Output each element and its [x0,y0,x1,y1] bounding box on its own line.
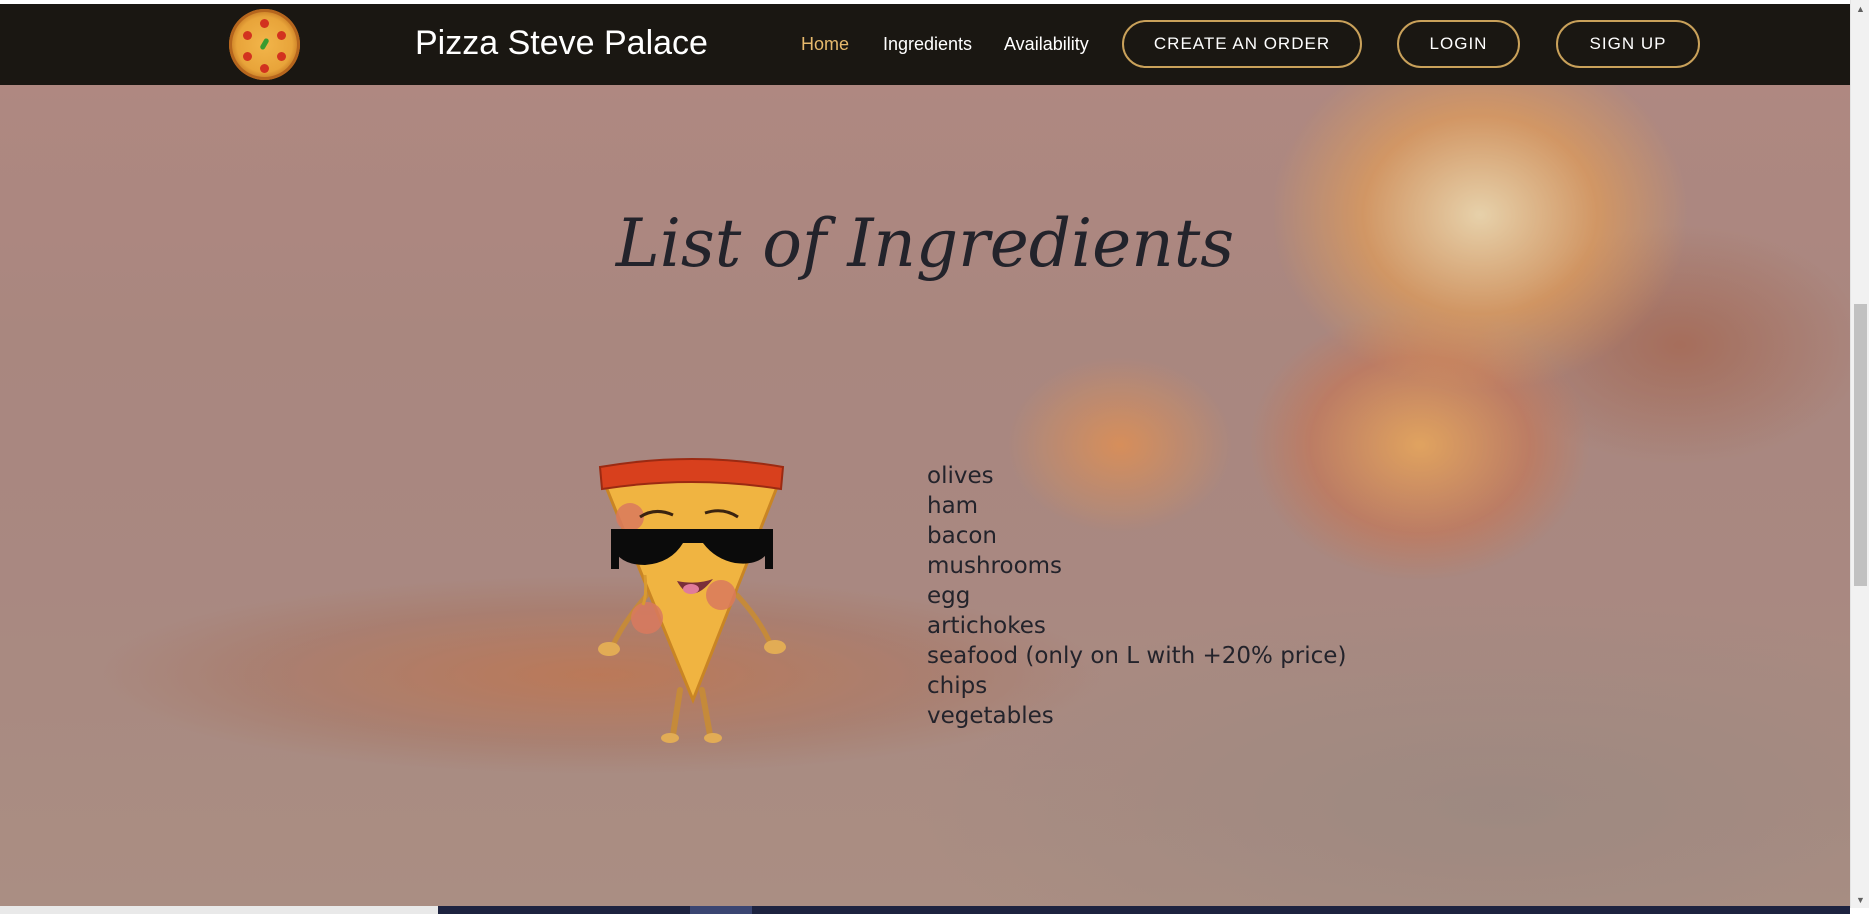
page: List of Ingredients olives ham bacon mus… [0,0,1869,914]
page-title: List of Ingredients [615,205,1235,282]
signup-button[interactable]: SIGN UP [1556,20,1700,68]
navbar: Pizza Steve Palace Home Ingredients Avai… [0,4,1850,85]
pepperoni-dot [243,52,252,61]
scroll-down-arrow-icon[interactable]: ▼ [1851,891,1869,908]
pizza-mascot-image [598,458,786,743]
nav-link-ingredients[interactable]: Ingredients [883,34,972,55]
pepperoni-dot [260,64,269,73]
ingredients-list: olives ham bacon mushrooms egg artichoke… [927,461,1346,731]
pepperoni-dot [277,52,286,61]
ingredient-item: vegetables [927,703,1054,729]
pizza-logo-icon[interactable] [229,9,300,80]
ingredient-item: ham [927,493,979,519]
create-order-button[interactable]: CREATE AN ORDER [1122,20,1362,68]
pepperoni-dot [243,31,252,40]
pepperoni-dot [277,31,286,40]
bottom-strip-segment [0,906,438,914]
basil-leaf [259,37,270,51]
ingredient-item: artichokes [927,613,1046,639]
bottom-strip [0,906,1850,914]
hero-section: List of Ingredients olives ham bacon mus… [0,85,1850,906]
ingredient-item: egg [927,583,971,609]
brand-title[interactable]: Pizza Steve Palace [415,24,708,63]
bottom-strip-segment [690,906,752,914]
login-button[interactable]: LOGIN [1397,20,1520,68]
vertical-scrollbar[interactable]: ▲ ▼ [1850,0,1869,908]
ingredient-item: bacon [927,523,997,549]
ingredient-item: seafood (only on L with +20% price) [927,643,1347,669]
ingredient-item: chips [927,673,988,699]
pepperoni-dot [260,19,269,28]
ingredient-item: olives [927,463,994,489]
ingredient-item: mushrooms [927,553,1063,579]
scroll-up-arrow-icon[interactable]: ▲ [1851,0,1869,17]
nav-link-availability[interactable]: Availability [1004,34,1089,55]
nav-link-home[interactable]: Home [801,34,849,55]
scrollbar-thumb[interactable] [1854,304,1867,586]
